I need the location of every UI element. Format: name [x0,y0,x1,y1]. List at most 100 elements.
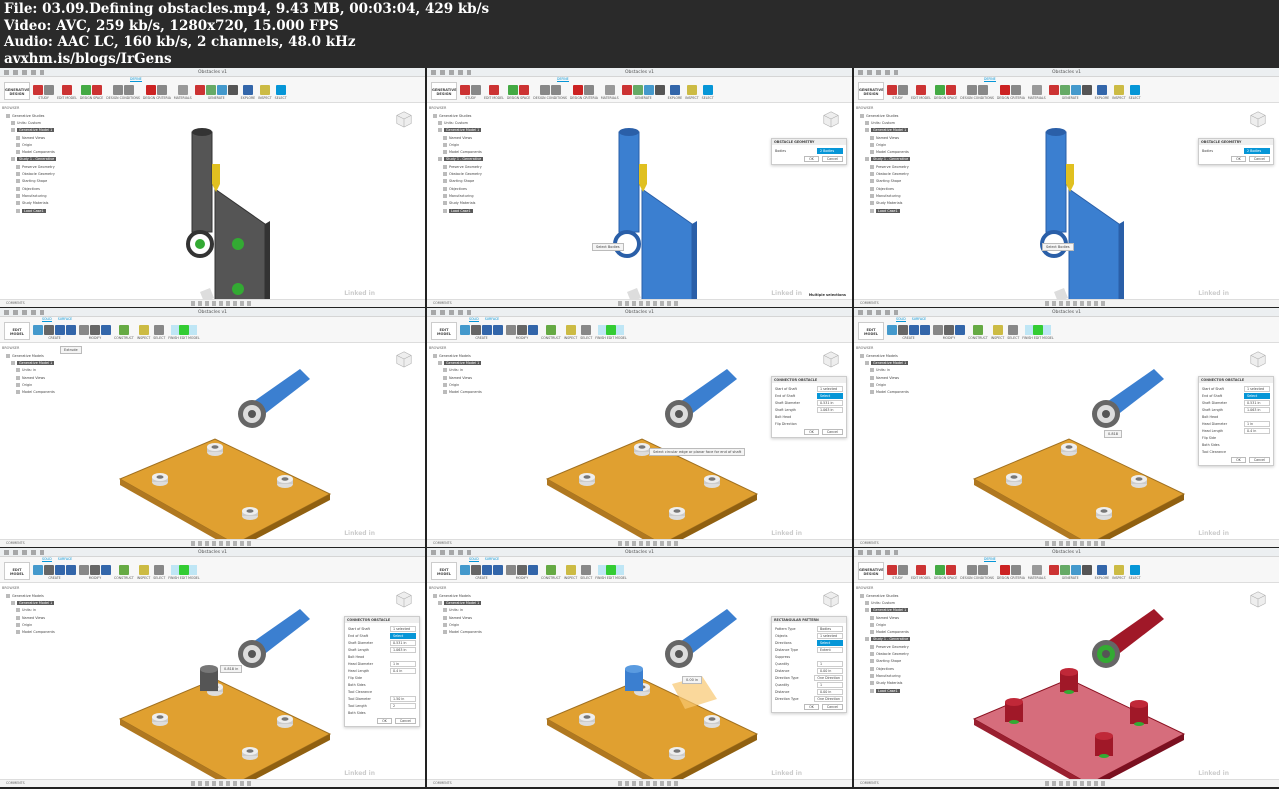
browser-tree-item[interactable]: Origin [429,621,529,628]
tool-icon[interactable] [573,85,584,95]
navigation-bar[interactable] [191,541,252,546]
tool-icon[interactable] [33,325,43,335]
tool-icon[interactable] [605,325,616,335]
comments-label[interactable]: COMMENTS [860,781,879,785]
tool-icon[interactable] [955,325,965,335]
ribbon-group-design-criteria[interactable]: DESIGN CRITERIA [570,85,598,100]
ok-button[interactable]: OK [804,156,819,162]
browser-tree-item[interactable]: Origin [2,381,102,388]
tool-icon[interactable] [66,565,76,575]
ribbon-group-construct[interactable]: CONSTRUCT [114,565,134,580]
comments-label[interactable]: COMMENTS [860,541,879,545]
dialog-row-input[interactable]: 2 [390,702,416,709]
ribbon-group-create[interactable]: CREATE [460,325,503,340]
tool-icon[interactable] [702,85,713,95]
ribbon-group-design-space[interactable]: DESIGN SPACE [80,85,103,100]
browser-tree-item[interactable]: Preserve Geometry [856,163,956,170]
browser-tree-item[interactable]: Generative Models [2,592,102,599]
tool-icon[interactable] [966,565,977,575]
navigation-bar[interactable] [618,301,679,306]
browser-tree-item[interactable]: Generative Studies [2,112,102,119]
browser-tree-item[interactable]: Generative Model 1 [429,359,529,366]
browser-tree-item[interactable]: Model Components [429,148,529,155]
ribbon-group-generate[interactable]: GENERATE [621,85,665,100]
dialog-row-input[interactable]: 2 Bodies [1244,147,1270,154]
tool-icon[interactable] [621,85,632,95]
view-cube-icon[interactable] [822,110,840,128]
ribbon-group-construct[interactable]: CONSTRUCT [541,565,561,580]
browser-tree-item[interactable]: Load Case1 [2,207,102,214]
browser-tree-item[interactable]: Study Materials [2,200,102,207]
ok-button[interactable]: OK [804,429,819,435]
tab-define[interactable]: DEFINE [984,557,996,562]
tool-icon[interactable] [1129,85,1140,95]
browser-tree-item[interactable]: Origin [2,141,102,148]
tool-icon[interactable] [488,85,499,95]
browser-tree-item[interactable]: Objectives [856,185,956,192]
dialog-row-input[interactable]: 1.063 in [1244,406,1270,413]
ribbon-group-inspect[interactable]: INSPECT [1112,565,1126,580]
tool-icon[interactable] [44,325,54,335]
cancel-button[interactable]: Cancel [1248,156,1270,162]
ribbon-group-inspect[interactable]: INSPECT [991,325,1004,340]
dialog-row-input[interactable]: 0.00 in [817,667,843,674]
browser-tree-item[interactable]: Load Case1 [856,687,956,694]
browser-tree-item[interactable]: Model Components [2,388,102,395]
tool-icon[interactable] [966,85,977,95]
comments-label[interactable]: COMMENTS [860,301,879,305]
quick-access-toolbar[interactable] [858,310,898,315]
tool-icon[interactable] [482,565,492,575]
workspace-switcher[interactable]: GENERATIVE DESIGN [858,562,884,580]
browser-tree-item[interactable]: Manufacturing [2,192,102,199]
browser-tree-item[interactable]: Preserve Geometry [429,163,529,170]
tool-icon[interactable] [460,325,470,335]
browser-tree-item[interactable]: Model Components [2,148,102,155]
tool-icon[interactable] [508,85,519,95]
browser-tree-item[interactable]: Starting Shape [429,178,529,185]
comments-label[interactable]: COMMENTS [433,301,452,305]
tool-icon[interactable] [92,85,103,95]
workspace-switcher[interactable]: GENERATIVE DESIGN [4,82,30,100]
browser-tree-item[interactable]: Origin [856,141,956,148]
dialog-row-input[interactable]: Select [817,639,843,646]
tool-icon[interactable] [898,565,908,575]
navigation-bar[interactable] [191,781,252,786]
browser-tree-item[interactable]: Generative Model 1 [2,127,102,134]
tool-icon[interactable] [1059,565,1070,575]
tab-define[interactable]: DEFINE [557,77,569,82]
tool-icon[interactable] [977,85,988,95]
dialog-row-input[interactable]: 1 selected [817,632,843,639]
ribbon-group-modify[interactable]: MODIFY [506,565,538,580]
quick-access-toolbar[interactable] [431,70,471,75]
browser-tree-item[interactable]: Named Views [429,374,529,381]
tool-icon[interactable] [539,85,550,95]
navigation-bar[interactable] [191,301,252,306]
tool-icon[interactable] [584,85,595,95]
ribbon-group-materials[interactable]: MATERIALS [1028,565,1046,580]
view-cube-icon[interactable] [1249,590,1267,608]
ribbon-group-create[interactable]: CREATE [460,565,503,580]
browser-tree-item[interactable]: Generative Model 1 [429,127,529,134]
ribbon-group-edit-model[interactable]: EDIT MODEL [484,85,504,100]
browser-header[interactable]: BROWSER [429,586,529,590]
ribbon-group-finish-edit-model[interactable]: FINISH EDIT MODEL [595,325,627,340]
browser-header[interactable]: BROWSER [429,106,529,110]
tool-icon[interactable] [632,85,643,95]
ribbon-group-inspect[interactable]: INSPECT [137,565,150,580]
workspace-switcher[interactable]: EDIT MODEL [431,562,457,580]
ribbon-group-design-space[interactable]: DESIGN SPACE [507,85,530,100]
dialog-row-input[interactable]: 0.531 in [817,399,843,406]
tool-icon[interactable] [205,85,216,95]
ribbon-group-inspect[interactable]: INSPECT [564,565,577,580]
cancel-button[interactable]: Cancel [821,429,843,435]
tool-icon[interactable] [920,325,930,335]
tool-icon[interactable] [44,85,54,95]
tool-icon[interactable] [460,85,470,95]
tool-icon[interactable] [33,565,43,575]
quick-access-toolbar[interactable] [858,550,898,555]
dialog-row-input[interactable]: 0.00 in [817,688,843,695]
browser-header[interactable]: BROWSER [429,346,529,350]
tool-icon[interactable] [898,325,908,335]
view-cube-icon[interactable] [822,350,840,368]
browser-tree-item[interactable]: Starting Shape [856,178,956,185]
